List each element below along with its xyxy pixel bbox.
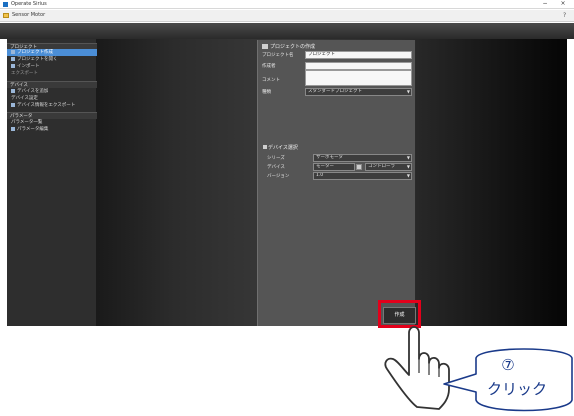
author-field[interactable] [305, 62, 412, 70]
sidebar-item-label: デバイス設定 [11, 96, 38, 101]
sidebar-item-label: デバイスを追加 [17, 89, 49, 94]
device-value: モーター [316, 164, 334, 169]
sidebar-item-create-project[interactable]: プロジェクト作成 [7, 49, 97, 56]
series-label: シリーズ [267, 156, 285, 161]
edit-icon [11, 126, 15, 131]
minimize-button[interactable]: − [541, 0, 549, 8]
device-select[interactable]: モーター [313, 163, 355, 171]
project-name-field[interactable]: プロジェクト [305, 51, 412, 59]
add-device-icon [11, 88, 15, 93]
sidebar-item-label: プロジェクト作成 [17, 50, 53, 55]
device-label: デバイス [267, 165, 285, 170]
sidebar-item-parameter-list[interactable]: パラメータ一覧 [7, 119, 97, 126]
sidebar-item-parameter-edit[interactable]: パラメータ編集 [7, 126, 97, 133]
device-icon [263, 145, 267, 149]
chevron-down-icon: ▼ [406, 173, 410, 178]
menubar: Sensor Motor ? [0, 10, 574, 22]
type-label: 種類 [262, 90, 271, 95]
folder-icon[interactable] [3, 13, 9, 18]
series-select[interactable]: サーボモータ ▼ [313, 154, 412, 162]
sidebar-item-add-device[interactable]: デバイスを追加 [7, 88, 97, 95]
sidebar-item-export-device-info[interactable]: デバイス情報をエクスポート [7, 102, 97, 109]
sidebar-item-label: プロジェクトを開く [17, 57, 58, 62]
window-title: Operate Sirius [11, 1, 47, 7]
version-select[interactable]: 1.0 ▼ [313, 172, 412, 180]
sidebar-item-label: デバイス情報をエクスポート [17, 103, 76, 108]
sidebar-item-device-settings[interactable]: デバイス設定 [7, 95, 97, 102]
help-button[interactable]: ? [563, 12, 566, 19]
project-type-value: スタンダードプロジェクト [308, 89, 362, 94]
sidebar-item-open-project[interactable]: プロジェクトを開く [7, 56, 97, 63]
new-project-icon [11, 49, 15, 54]
series-value: サーボモータ [316, 155, 343, 160]
window-titlebar: Operate Sirius − × [0, 0, 574, 9]
chevron-down-icon: ▼ [406, 164, 410, 169]
author-label: 作成者 [262, 64, 276, 69]
sidebar-item-label: パラメータ一覧 [11, 120, 43, 125]
project-icon [262, 44, 268, 49]
chevron-down-icon: ▼ [406, 89, 410, 94]
menubar-label[interactable]: Sensor Motor [12, 12, 45, 18]
callout-label: クリック [486, 380, 547, 398]
folder-icon [11, 56, 15, 61]
sidebar-item-import[interactable]: インポート [7, 63, 97, 70]
comment-label: コメント [262, 78, 280, 83]
controller-value: コントローラ [368, 164, 395, 169]
sidebar-item-export[interactable]: エクスポート [7, 70, 97, 77]
create-project-panel: プロジェクトの作成 プロジェクト名 プロジェクト 作成者 コメント 種類 スタン… [257, 40, 416, 326]
sidebar-section-device: デバイス [7, 81, 97, 88]
comment-field[interactable] [305, 70, 412, 86]
device-spin-button[interactable] [356, 164, 362, 170]
sidebar-section-parameter: パラメータ [7, 112, 97, 119]
app-window: Operate Sirius − × Sensor Motor ? プロジェクト… [0, 0, 574, 416]
device-selection-heading: デバイス選択 [268, 145, 298, 151]
version-value: 1.0 [316, 173, 324, 178]
project-name-label: プロジェクト名 [262, 53, 294, 58]
import-icon [11, 63, 15, 68]
sidebar-item-label: エクスポート [11, 71, 38, 76]
step-number: ⑦ [501, 356, 515, 374]
close-button[interactable]: × [559, 0, 567, 8]
version-label: バージョン [267, 174, 290, 179]
sidebar-item-label: インポート [17, 64, 40, 69]
project-type-select[interactable]: スタンダードプロジェクト ▼ [305, 88, 412, 96]
chevron-down-icon: ▼ [406, 155, 410, 160]
panel-title: プロジェクトの作成 [270, 44, 316, 50]
sidebar-item-label: パラメータ編集 [17, 127, 49, 132]
toolbar-strip [0, 23, 574, 39]
export-icon [11, 102, 15, 107]
app-logo-icon [3, 2, 8, 7]
controller-select[interactable]: コントローラ ▼ [365, 163, 412, 171]
